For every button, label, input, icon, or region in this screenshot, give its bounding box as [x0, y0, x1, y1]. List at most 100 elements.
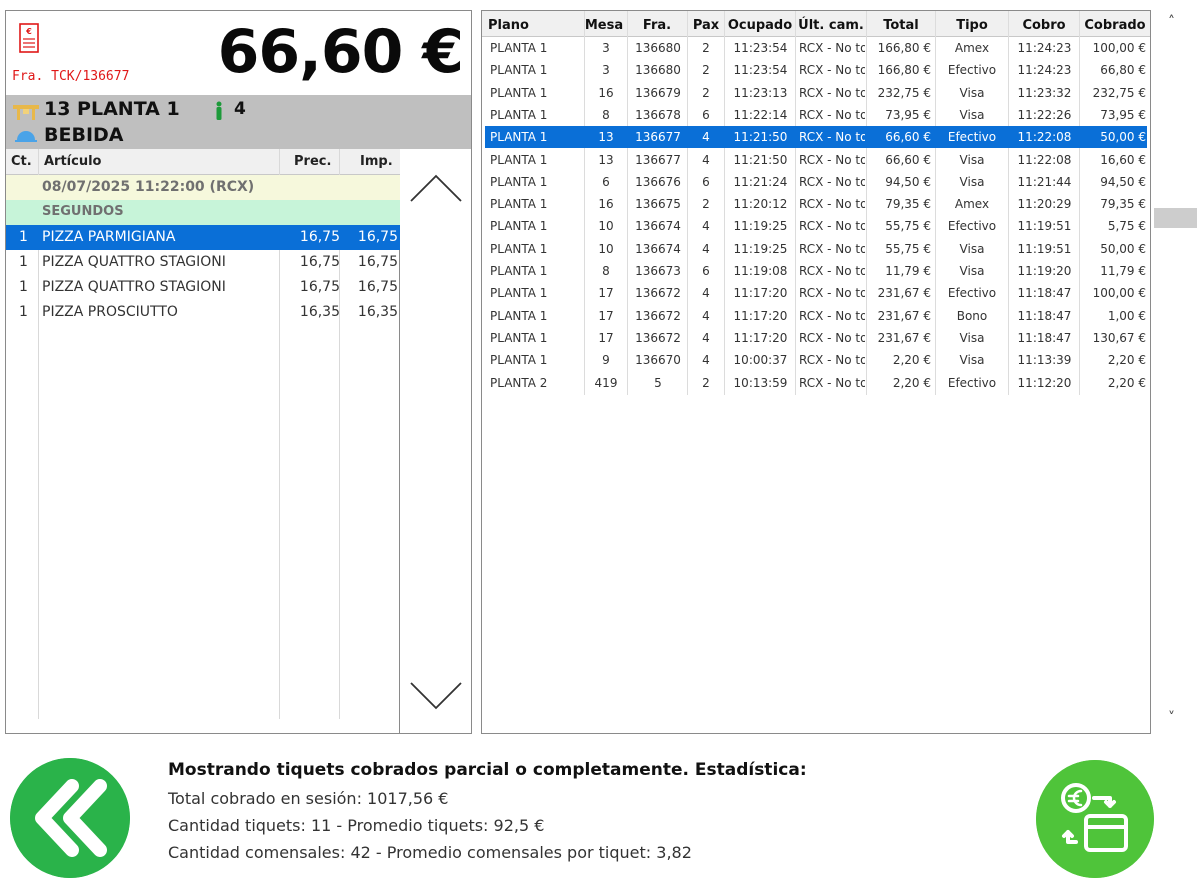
grid-header-mesa[interactable]: Mesa — [584, 18, 624, 33]
cell-mesa: 419 — [594, 375, 618, 390]
chevron-up-icon[interactable] — [408, 171, 464, 205]
cell-ult-cam: RCX - No to — [799, 107, 865, 122]
cell-plano: PLANTA 1 — [490, 85, 548, 100]
ticket-lines-table: Ct. Artículo Prec. Imp. 08/07/2025 11:22… — [6, 149, 400, 733]
cell-ult-cam: RCX - No to — [799, 197, 865, 212]
cell-ocupado: 11:23:13 — [733, 85, 788, 100]
grid-row[interactable]: PLANTA 2 419 5 2 10:13:59 RCX - No to 2,20 € Ef… — [485, 372, 1147, 394]
grid-header-cobro[interactable]: Cobro — [1009, 18, 1079, 33]
grid-header-ocupado[interactable]: Ocupado — [725, 18, 795, 33]
cell-ult-cam: RCX - No to — [799, 152, 865, 167]
cell-fra: 136672 — [635, 308, 681, 323]
ticket-line[interactable]: 1 PIZZA QUATTRO STAGIONI 16,75 16,75 — [6, 275, 400, 300]
scroll-up-arrow-icon[interactable]: ˄ — [1168, 14, 1175, 30]
column-amount[interactable]: Imp. — [360, 154, 393, 169]
back-button[interactable] — [10, 758, 130, 878]
grid-row[interactable]: PLANTA 1 9 136670 4 10:00:37 RCX - No to 2,20 … — [485, 349, 1147, 371]
grid-header-pax[interactable]: Pax — [688, 18, 724, 33]
cell-fra: 136672 — [635, 330, 681, 345]
grid-header-tipo[interactable]: Tipo — [936, 18, 1008, 33]
ticket-line[interactable]: 1 PIZZA QUATTRO STAGIONI 16,75 16,75 — [6, 250, 400, 275]
grid-row[interactable]: PLANTA 1 10 136674 4 11:19:25 RCX - No to 55,7… — [485, 215, 1147, 237]
cell-pax: 4 — [702, 219, 710, 234]
cell-cobrado: 2,20 € — [1107, 375, 1146, 390]
cell-mesa: 3 — [602, 41, 610, 55]
cell-ult-cam: RCX - No to — [799, 286, 865, 301]
cell-plano: PLANTA 1 — [490, 330, 548, 345]
line-qty: 1 — [19, 279, 28, 295]
line-item: PIZZA QUATTRO STAGIONI — [42, 254, 226, 270]
ticket-line[interactable]: 1 PIZZA PARMIGIANA 16,75 16,75 — [6, 225, 400, 250]
line-price: 16,75 — [299, 254, 340, 270]
cell-total: 231,67 € — [877, 308, 931, 323]
grid-row[interactable]: PLANTA 1 17 136672 4 11:17:20 RCX - No to 231,… — [485, 282, 1147, 304]
cell-pax: 4 — [702, 152, 710, 167]
cell-tipo: Visa — [959, 353, 985, 368]
cell-mesa: 10 — [598, 219, 614, 234]
cell-cobro: 11:18:47 — [1017, 330, 1072, 345]
cell-total: 232,75 € — [877, 85, 931, 100]
grid-header-fra[interactable]: Fra. — [628, 18, 686, 33]
cell-mesa: 17 — [598, 286, 614, 301]
chevron-down-icon[interactable] — [408, 679, 464, 713]
cell-cobrado: 79,35 € — [1100, 197, 1146, 212]
cell-plano: PLANTA 1 — [490, 107, 548, 122]
cell-pax: 2 — [702, 197, 710, 212]
cell-cobrado: 94,50 € — [1100, 174, 1146, 189]
ticket-line[interactable]: 1 PIZZA PROSCIUTTO 16,35 16,35 — [6, 300, 400, 325]
line-item: PIZZA PARMIGIANA — [42, 229, 176, 245]
cell-plano: PLANTA 1 — [490, 41, 548, 55]
grid-row[interactable]: PLANTA 1 16 136675 2 11:20:12 RCX - No to 79,3… — [485, 193, 1147, 215]
line-item: PIZZA QUATTRO STAGIONI — [42, 279, 226, 295]
grid-row[interactable]: PLANTA 1 3 136680 2 11:23:54 RCX - No to 166,8… — [485, 59, 1147, 81]
stats-ticket-count: Cantidad tiquets: 11 - Promedio tiquets:… — [168, 816, 545, 835]
cell-pax: 4 — [702, 308, 710, 323]
cell-cobrado: 100,00 € — [1092, 41, 1146, 55]
cell-cobrado: 50,00 € — [1100, 130, 1146, 145]
cell-cobrado: 130,67 € — [1092, 330, 1146, 345]
grid-row[interactable]: PLANTA 1 8 136678 6 11:22:14 RCX - No to 73,95… — [485, 104, 1147, 126]
scrollbar-thumb[interactable] — [1154, 208, 1197, 228]
cell-tipo: Efectivo — [947, 286, 997, 301]
scroll-down-arrow-icon[interactable]: ˅ — [1168, 710, 1175, 726]
grid-header-ult-cam[interactable]: Últ. cam. — [796, 18, 866, 33]
payment-button[interactable] — [1036, 760, 1154, 878]
table-info-bar: 13 PLANTA 1 4 BEBIDA — [6, 95, 471, 149]
grid-row[interactable]: PLANTA 1 10 136674 4 11:19:25 RCX - No to 55,7… — [485, 238, 1147, 260]
column-qty[interactable]: Ct. — [11, 154, 32, 169]
cell-cobrado: 100,00 € — [1092, 286, 1146, 301]
cell-mesa: 16 — [598, 85, 614, 100]
grid-row[interactable]: PLANTA 1 17 136672 4 11:17:20 RCX - No to 231,… — [485, 327, 1147, 349]
grid-header-total[interactable]: Total — [868, 18, 934, 33]
grid-row[interactable]: PLANTA 1 13 136677 4 11:21:50 RCX - No to 66,6… — [485, 149, 1147, 171]
cell-total: 94,50 € — [885, 174, 931, 189]
cell-ocupado: 11:19:08 — [733, 264, 788, 278]
cell-ult-cam: RCX - No to — [799, 375, 865, 390]
cell-cobro: 11:23:32 — [1017, 85, 1072, 100]
grid-row[interactable]: PLANTA 1 6 136676 6 11:21:24 RCX - No to 94,50… — [485, 171, 1147, 193]
grid-row[interactable]: PLANTA 1 16 136679 2 11:23:13 RCX - No to 232,… — [485, 82, 1147, 104]
cell-fra: 136676 — [635, 174, 681, 189]
grid-row[interactable]: PLANTA 1 8 136673 6 11:19:08 RCX - No to 11,79… — [485, 260, 1147, 282]
cell-ocupado: 10:00:37 — [733, 353, 788, 368]
grid-header-plano[interactable]: Plano — [488, 18, 529, 33]
grid-row[interactable]: PLANTA 1 17 136672 4 11:17:20 RCX - No to 231,… — [485, 305, 1147, 327]
cell-plano: PLANTA 1 — [490, 241, 548, 256]
cell-tipo: Visa — [959, 107, 985, 122]
grid-header-cobrado[interactable]: Cobrado — [1082, 18, 1148, 33]
grid-row[interactable]: PLANTA 1 3 136680 2 11:23:54 RCX - No to 166,8… — [485, 37, 1147, 59]
line-qty: 1 — [19, 304, 28, 320]
cell-tipo: Amex — [954, 197, 990, 212]
cell-fra: 136677 — [635, 130, 681, 145]
cell-total: 11,79 € — [885, 264, 931, 278]
ticket-total: 66,60 € — [217, 17, 464, 87]
column-price[interactable]: Prec. — [294, 154, 331, 169]
column-item[interactable]: Artículo — [44, 154, 102, 169]
ticket-date-row: 08/07/2025 11:22:00 (RCX) — [6, 175, 400, 200]
table-icon — [13, 105, 39, 120]
grid-row[interactable]: PLANTA 1 13 136677 4 11:21:50 RCX - No to 66,6… — [485, 126, 1147, 149]
cell-tipo: Visa — [959, 330, 985, 345]
vertical-scrollbar[interactable]: ˄ ˅ — [1152, 10, 1197, 734]
line-amount: 16,75 — [357, 254, 398, 270]
cell-pax: 6 — [702, 174, 710, 189]
